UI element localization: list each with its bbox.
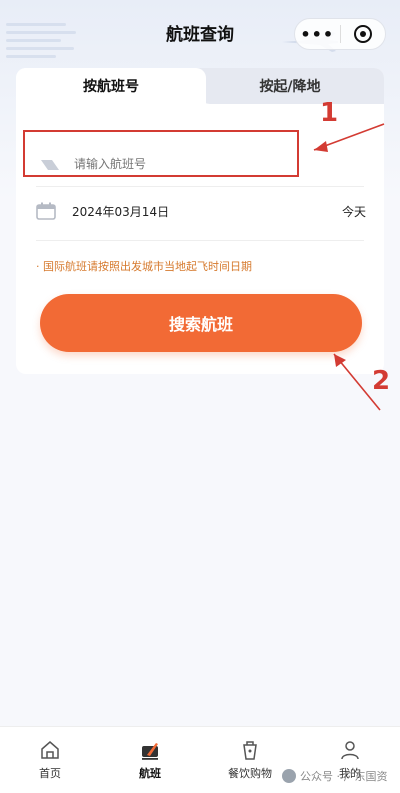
calendar-icon (36, 202, 56, 220)
today-tag: 今天 (341, 204, 366, 219)
divider (36, 240, 364, 241)
tabbar-label: 首页 (39, 767, 61, 780)
more-button[interactable]: ••• (295, 25, 340, 44)
miniprogram-capsule: ••• (294, 18, 386, 50)
annotation-highlight-box (23, 130, 299, 177)
annotation-marker-2: 2 (372, 366, 391, 396)
watermark-text: 公众号 · 广东国资 (300, 770, 388, 783)
dining-shopping-icon (243, 741, 257, 760)
tabbar-item-home[interactable]: 首页 (0, 727, 100, 793)
home-icon (41, 741, 59, 759)
tabbar-item-flight[interactable]: 航班 (100, 727, 200, 793)
date-value: 2024年03月14日 (72, 204, 170, 219)
tabbar-label: 餐饮购物 (228, 767, 272, 780)
close-miniprogram-button[interactable] (340, 25, 385, 43)
tab-by-airport[interactable]: 按起/降地 (196, 68, 384, 104)
watermark: 公众号 · 广东国资 (282, 768, 388, 784)
tabbar-label: 航班 (139, 767, 161, 780)
divider (36, 186, 364, 187)
annotation-marker-1: 1 (320, 98, 339, 128)
international-flight-note: · 国际航班请按照出发城市当地起飞时间日期 (36, 260, 252, 273)
target-icon (353, 25, 372, 43)
tab-by-flight-number[interactable]: 按航班号 (16, 68, 206, 104)
navigation-bar: 航班查询 ••• (0, 0, 400, 64)
wechat-account-icon (282, 769, 296, 783)
flight-icon (142, 743, 158, 760)
profile-icon (341, 741, 359, 760)
date-picker-row[interactable]: 2024年03月14日 今天 (36, 196, 366, 226)
page-title: 航班查询 (166, 24, 234, 45)
search-flight-button[interactable]: 搜索航班 (40, 294, 362, 352)
